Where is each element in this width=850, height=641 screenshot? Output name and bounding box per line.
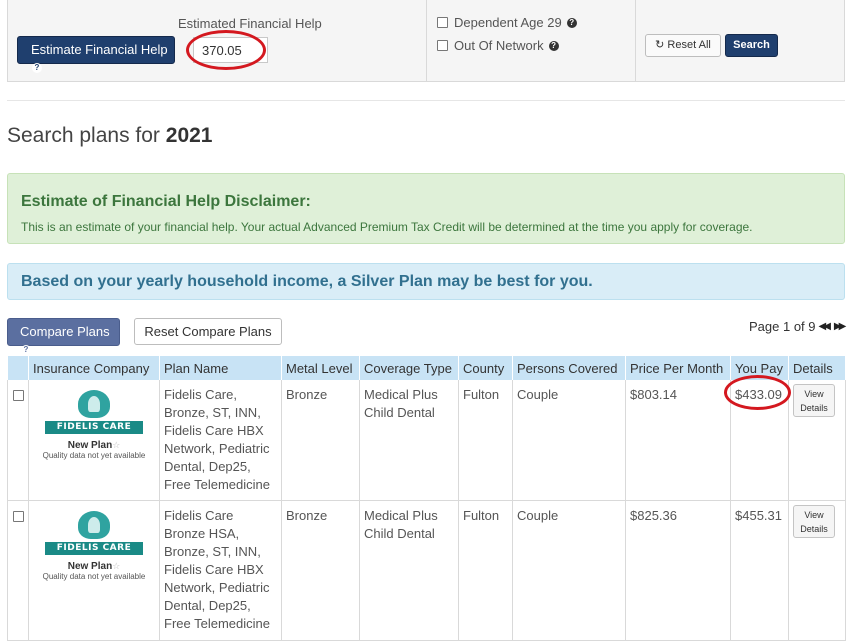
column-header: County [458,356,513,380]
estimated-financial-help-label: Estimated Financial Help [178,16,322,31]
out-of-network-option[interactable]: Out Of Network ? [437,38,559,53]
help-icon[interactable]: ? [548,40,559,51]
divider [426,0,427,81]
compare-checkbox[interactable] [13,390,24,401]
table-row: FIDELIS CARE New Plan☆ Quality data not … [7,500,846,641]
plan-name: Fidelis Care Bronze HSA, Bronze, ST, INN… [159,500,282,641]
coverage-type: Medical Plus Child Dental [359,380,459,501]
fidelis-care-logo-icon [78,390,110,418]
divider [7,100,845,101]
table-row: FIDELIS CARE New Plan☆ Quality data not … [7,375,846,501]
fidelis-care-logo-icon [78,511,110,539]
you-pay: $455.31 [730,500,789,641]
plans-table: Insurance Company Plan Name Metal Level … [7,356,846,641]
reset-all-label: Reset All [667,39,711,51]
divider [635,0,636,81]
metal-level: Bronze [281,500,360,641]
plan-name: Fidelis Care, Bronze, ST, INN, Fidelis C… [159,380,282,501]
reset-compare-plans-button[interactable]: Reset Compare Plans [134,318,282,345]
column-header: Details [788,356,846,380]
details-cell: View Details [788,380,846,501]
page-title: Search plans for 2021 [7,124,212,148]
page-info: Page 1 of 9 [749,319,816,334]
new-plan-label: New Plan [67,561,113,572]
new-plan-badge: New Plan☆ [33,561,155,572]
price-per-month: $825.36 [625,500,731,641]
filter-panel: Estimate Financial Help? Estimated Finan… [7,0,845,82]
refresh-icon: ↻ [655,39,665,51]
view-label: View [804,389,824,399]
star-icon: ☆ [112,561,121,571]
column-header: Metal Level [281,356,360,380]
you-pay-cell: $433.09 [724,375,791,501]
dependent-age-29-label: Dependent Age 29 [454,15,562,30]
dependent-age-29-option[interactable]: Dependent Age 29 ? [437,15,577,30]
estimate-button-label: Estimate Financial Help [31,42,168,57]
out-of-network-label: Out Of Network [454,38,544,53]
estimated-financial-help-input[interactable] [193,37,268,63]
you-pay: $433.09 [735,387,782,402]
price-per-month: $803.14 [625,380,731,501]
star-icon: ☆ [112,440,121,450]
view-details-button[interactable]: View Details [793,384,835,417]
column-header-select [7,356,29,380]
insurer-logo-text: FIDELIS CARE [45,421,143,434]
view-details-button[interactable]: View Details [793,505,835,538]
recommendation-text: Based on your yearly household income, a… [21,273,593,290]
column-header: You Pay [730,356,789,380]
compare-plans-label: Compare Plans [20,324,110,339]
insurance-company-cell: FIDELIS CARE New Plan☆ Quality data not … [28,380,160,501]
insurance-company-cell: FIDELIS CARE New Plan☆ Quality data not … [28,500,160,641]
next-page-icon[interactable]: ▶▶ [834,321,847,332]
pagination: Page 1 of 9 ◀◀ ▶▶ [749,319,847,334]
recommendation-alert: Based on your yearly household income, a… [7,263,845,300]
insurer-logo-text: FIDELIS CARE [45,542,143,555]
county: Fulton [458,380,513,501]
disclaimer-text: This is an estimate of your financial he… [21,220,753,234]
details-label: Details [800,524,828,534]
quality-note: Quality data not yet available [42,451,146,460]
reset-all-button[interactable]: ↻ Reset All [645,34,721,57]
persons-covered: Couple [512,500,626,641]
quality-note: Quality data not yet available [42,572,146,581]
plan-year: 2021 [165,124,213,147]
persons-covered: Couple [512,380,626,501]
estimate-financial-help-button[interactable]: Estimate Financial Help? [17,36,175,73]
metal-level: Bronze [281,380,360,501]
column-header: Coverage Type [359,356,459,380]
previous-page-icon[interactable]: ◀◀ [819,321,832,332]
new-plan-label: New Plan [67,440,113,451]
details-cell: View Details [788,500,846,641]
county: Fulton [458,500,513,641]
column-header: Plan Name [159,356,282,380]
compare-checkbox[interactable] [13,511,24,522]
help-icon[interactable]: ? [21,345,31,355]
help-icon[interactable]: ? [566,17,577,28]
page-title-prefix: Search plans for [7,124,160,147]
help-icon[interactable]: ? [32,63,42,73]
column-header: Persons Covered [512,356,626,380]
compare-plans-button[interactable]: Compare Plans? [7,318,120,355]
new-plan-badge: New Plan☆ [33,440,155,451]
details-label: Details [800,403,828,413]
coverage-type: Medical Plus Child Dental [359,500,459,641]
dependent-age-29-checkbox[interactable] [437,17,448,28]
table-header-row: Insurance Company Plan Name Metal Level … [7,356,846,380]
disclaimer-alert: Estimate of Financial Help Disclaimer: T… [7,173,845,244]
search-button[interactable]: Search [725,34,778,57]
view-label: View [804,510,824,520]
disclaimer-heading: Estimate of Financial Help Disclaimer: [21,193,311,210]
column-header: Insurance Company [28,356,160,380]
out-of-network-checkbox[interactable] [437,40,448,51]
column-header: Price Per Month [625,356,731,380]
